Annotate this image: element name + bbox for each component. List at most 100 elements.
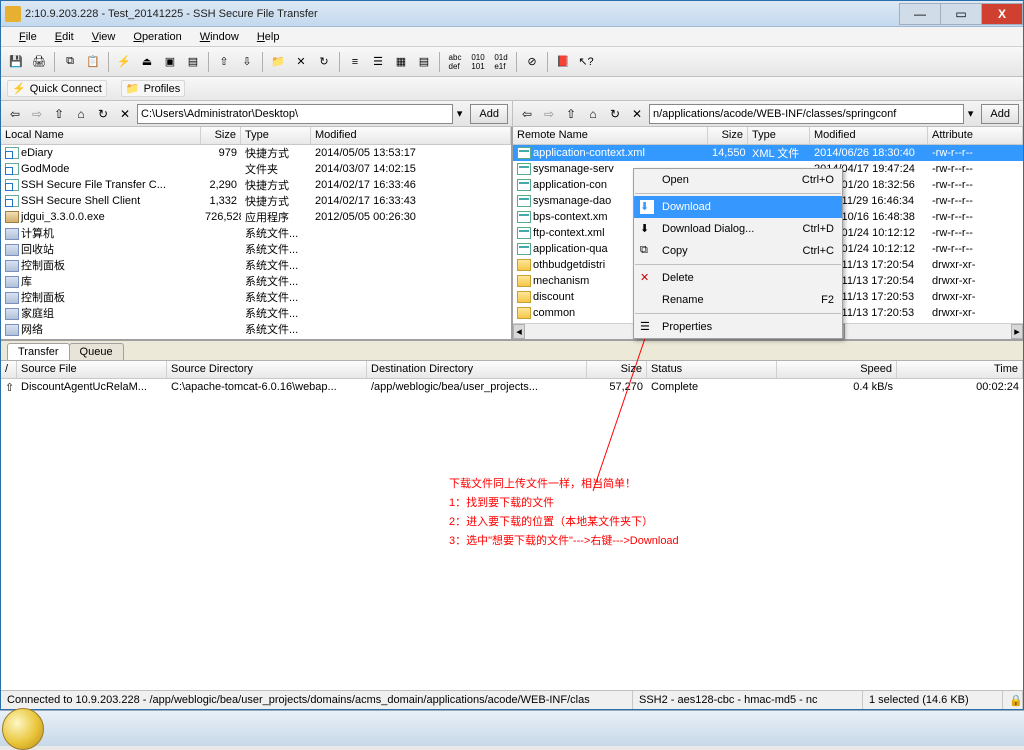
remote-refresh-icon[interactable]: ↻ — [605, 104, 625, 124]
save-icon[interactable]: 💾 — [5, 51, 27, 73]
whatsthis-icon[interactable]: ↖? — [575, 51, 597, 73]
cm-rename[interactable]: RenameF2 — [634, 289, 842, 311]
copy-icon[interactable]: ⧉ — [59, 51, 81, 73]
remote-path-input[interactable] — [649, 104, 964, 124]
remote-add-button[interactable]: Add — [981, 104, 1019, 124]
binary-icon[interactable]: 010101 — [467, 51, 489, 73]
remote-stop-icon[interactable]: ✕ — [627, 104, 647, 124]
local-refresh-icon[interactable]: ↻ — [93, 104, 113, 124]
col-tr-dest[interactable]: Destination Directory — [367, 361, 587, 378]
local-header[interactable]: Local Name Size Type Modified — [1, 127, 511, 145]
list-item[interactable]: 网络系统文件... — [1, 321, 511, 337]
remote-back-icon[interactable]: ⇦ — [517, 104, 537, 124]
start-button[interactable] — [2, 708, 44, 750]
local-up-icon[interactable]: ⇧ — [49, 104, 69, 124]
list-item[interactable]: application-context.xml14,550XML 文件2014/… — [513, 145, 1023, 161]
col-tr-size[interactable]: Size — [587, 361, 647, 378]
taskbar[interactable] — [0, 710, 1024, 746]
menu-window[interactable]: Window — [192, 29, 247, 45]
view4-icon[interactable]: ▤ — [413, 51, 435, 73]
disconnect-icon[interactable]: ⏏ — [136, 51, 158, 73]
list-item[interactable]: 库系统文件... — [1, 273, 511, 289]
remote-header[interactable]: Remote Name Size Type Modified Attribute — [513, 127, 1023, 145]
close-button[interactable]: X — [981, 3, 1023, 25]
list-item[interactable]: SSH Secure File Transfer C...2,290快捷方式20… — [1, 177, 511, 193]
view2-icon[interactable]: ☰ — [367, 51, 389, 73]
title-bar[interactable]: 2:10.9.203.228 - Test_20141225 - SSH Sec… — [1, 1, 1023, 27]
col-local-name[interactable]: Local Name — [1, 127, 201, 144]
upload-icon[interactable]: ⇧ — [213, 51, 235, 73]
local-fwd-icon[interactable]: ⇨ — [27, 104, 47, 124]
col-remote-size[interactable]: Size — [708, 127, 748, 144]
cm-copy[interactable]: ⧉CopyCtrl+C — [634, 240, 842, 262]
col-tr-srcdir[interactable]: Source Directory — [167, 361, 367, 378]
col-remote-name[interactable]: Remote Name — [513, 127, 708, 144]
list-item[interactable]: 控制面板系统文件... — [1, 289, 511, 305]
transfer-list[interactable]: ⇧DiscountAgentUcRelaM...C:\apache-tomcat… — [1, 379, 1023, 395]
view3-icon[interactable]: ▦ — [390, 51, 412, 73]
transfer-header[interactable]: / Source File Source Directory Destinati… — [1, 361, 1023, 379]
col-tr-icon[interactable]: / — [1, 361, 17, 378]
delete-icon[interactable]: ✕ — [290, 51, 312, 73]
local-list[interactable]: eDiary979快捷方式2014/05/05 13:53:17GodMode文… — [1, 145, 511, 339]
local-home-icon[interactable]: ⌂ — [71, 104, 91, 124]
local-add-button[interactable]: Add — [470, 104, 508, 124]
auto-icon[interactable]: 01de1f — [490, 51, 512, 73]
local-stop-icon[interactable]: ✕ — [115, 104, 135, 124]
tab-transfer[interactable]: Transfer — [7, 343, 70, 360]
help-book-icon[interactable]: 📕 — [552, 51, 574, 73]
list-item[interactable]: 回收站系统文件... — [1, 241, 511, 257]
cm-open[interactable]: OpenCtrl+O — [634, 169, 842, 191]
col-tr-src[interactable]: Source File — [17, 361, 167, 378]
list-item[interactable]: GodMode文件夹2014/03/07 14:02:15 — [1, 161, 511, 177]
remote-up-icon[interactable]: ⇧ — [561, 104, 581, 124]
transfer-row[interactable]: ⇧DiscountAgentUcRelaM...C:\apache-tomcat… — [1, 379, 1023, 395]
toolbar: 💾 🖨 ⧉ 📋 ⚡ ⏏ ▣ ▤ ⇧ ⇩ 📁 ✕ ↻ ≡ ☰ ▦ ▤ abcdef… — [1, 47, 1023, 77]
col-tr-time[interactable]: Time — [897, 361, 1023, 378]
ascii-icon[interactable]: abcdef — [444, 51, 466, 73]
menu-edit[interactable]: Edit — [47, 29, 82, 45]
list-item[interactable]: 控制面板系统文件... — [1, 257, 511, 273]
context-menu[interactable]: OpenCtrl+O ⬇Download ⬇Download Dialog...… — [633, 168, 843, 339]
minimize-button[interactable]: — — [899, 3, 941, 25]
col-local-size[interactable]: Size — [201, 127, 241, 144]
col-local-mod[interactable]: Modified — [311, 127, 511, 144]
newfolder-icon[interactable]: 📁 — [267, 51, 289, 73]
cm-properties[interactable]: ☰Properties — [634, 316, 842, 338]
menu-operation[interactable]: Operation — [125, 29, 189, 45]
quick-connect-button[interactable]: ⚡ Quick Connect — [7, 80, 107, 97]
col-remote-attr[interactable]: Attribute — [928, 127, 1023, 144]
terminal-icon[interactable]: ▣ — [159, 51, 181, 73]
remote-fwd-icon[interactable]: ⇨ — [539, 104, 559, 124]
window-icon[interactable]: ▤ — [182, 51, 204, 73]
menu-help[interactable]: Help — [249, 29, 288, 45]
view1-icon[interactable]: ≡ — [344, 51, 366, 73]
maximize-button[interactable]: ▭ — [940, 3, 982, 25]
menu-view[interactable]: View — [84, 29, 124, 45]
list-item[interactable]: eDiary979快捷方式2014/05/05 13:53:17 — [1, 145, 511, 161]
list-item[interactable]: jdgui_3.3.0.0.exe726,528应用程序2012/05/05 0… — [1, 209, 511, 225]
download-icon[interactable]: ⇩ — [236, 51, 258, 73]
local-back-icon[interactable]: ⇦ — [5, 104, 25, 124]
print-icon[interactable]: 🖨 — [28, 51, 50, 73]
local-path-input[interactable] — [137, 104, 453, 124]
list-item[interactable]: SSH Secure Shell Client1,332快捷方式2014/02/… — [1, 193, 511, 209]
stop-icon[interactable]: ⊘ — [521, 51, 543, 73]
col-remote-mod[interactable]: Modified — [810, 127, 928, 144]
connect-icon[interactable]: ⚡ — [113, 51, 135, 73]
cm-delete[interactable]: ✕Delete — [634, 267, 842, 289]
menu-file[interactable]: File — [11, 29, 45, 45]
col-tr-speed[interactable]: Speed — [777, 361, 897, 378]
col-tr-status[interactable]: Status — [647, 361, 777, 378]
list-item[interactable]: 计算机系统文件... — [1, 225, 511, 241]
paste-icon[interactable]: 📋 — [82, 51, 104, 73]
cm-download-dialog[interactable]: ⬇Download Dialog...Ctrl+D — [634, 218, 842, 240]
profiles-button[interactable]: 📁 Profiles — [121, 80, 185, 97]
cm-download[interactable]: ⬇Download — [634, 196, 842, 218]
refresh-icon[interactable]: ↻ — [313, 51, 335, 73]
tab-queue[interactable]: Queue — [69, 343, 124, 360]
list-item[interactable]: 家庭组系统文件... — [1, 305, 511, 321]
col-remote-type[interactable]: Type — [748, 127, 810, 144]
col-local-type[interactable]: Type — [241, 127, 311, 144]
remote-home-icon[interactable]: ⌂ — [583, 104, 603, 124]
